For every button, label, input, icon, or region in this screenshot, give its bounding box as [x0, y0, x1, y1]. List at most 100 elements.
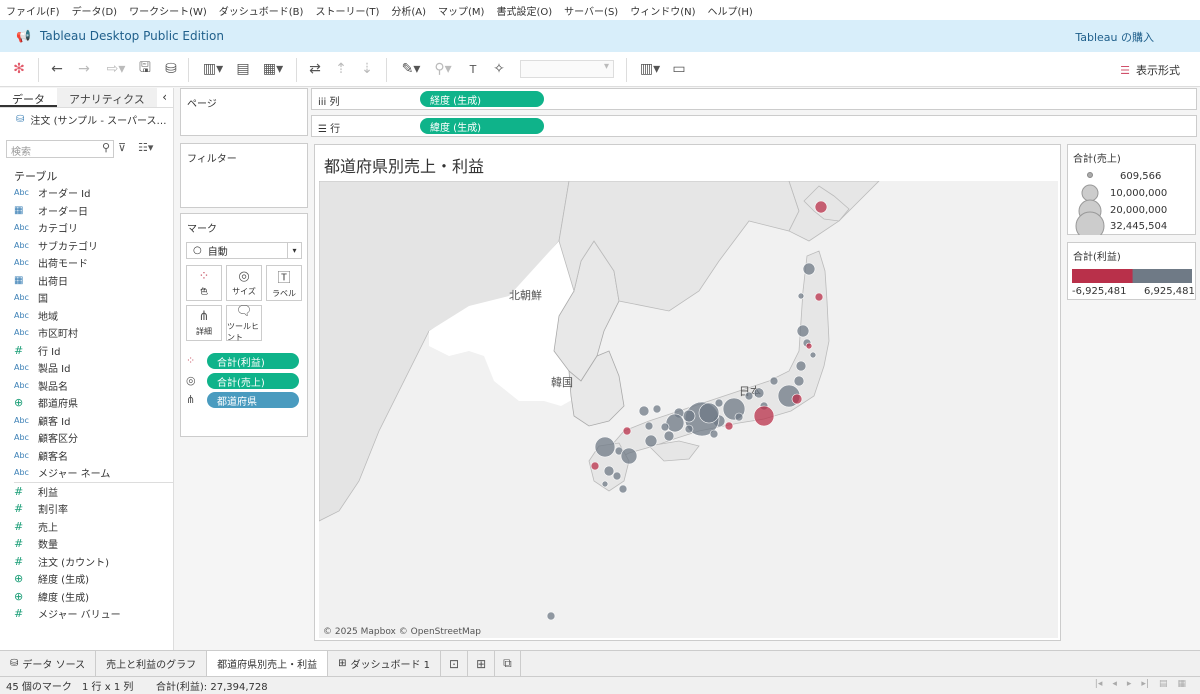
field-item[interactable]: ▦ 出荷日: [14, 272, 170, 290]
next-sheet-icon[interactable]: ▸: [1127, 679, 1132, 689]
columns-shelf[interactable]: iii 列 経度 (生成): [311, 88, 1197, 110]
field-item[interactable]: # 数量: [14, 535, 170, 553]
field-item[interactable]: # 売上: [14, 518, 170, 536]
prefecture-mark[interactable]: [684, 424, 694, 434]
menu-data[interactable]: データ(D): [72, 3, 118, 18]
field-item[interactable]: Abc 市区町村: [14, 324, 170, 342]
field-item[interactable]: ⊕ 緯度 (生成): [14, 588, 170, 606]
field-item[interactable]: # 割引率: [14, 500, 170, 518]
prefecture-mark[interactable]: [814, 200, 828, 214]
prefecture-mark[interactable]: [622, 426, 632, 436]
swap-rows-columns-icon[interactable]: ⇄: [306, 60, 324, 78]
fit-width-dropdown[interactable]: [520, 60, 614, 78]
filters-card[interactable]: フィルター: [180, 143, 308, 208]
prefecture-mark[interactable]: [797, 292, 805, 300]
field-item[interactable]: Abc 製品名: [14, 377, 170, 395]
longitude-pill[interactable]: 経度 (生成): [420, 91, 544, 107]
prev-sheet-icon[interactable]: ◂: [1112, 679, 1117, 689]
save-icon[interactable]: 🖫: [136, 60, 154, 78]
rows-shelf[interactable]: ☰ 行 緯度 (生成): [311, 115, 1197, 137]
prefecture-mark[interactable]: [709, 429, 719, 439]
field-item[interactable]: # 利益: [14, 483, 170, 501]
prefecture-mark[interactable]: [594, 436, 616, 458]
undo-icon[interactable]: ←: [48, 60, 66, 78]
clear-sheet-icon[interactable]: ▦▾: [258, 60, 288, 78]
prefecture-mark[interactable]: [601, 480, 609, 488]
prefecture-mark[interactable]: [603, 465, 615, 477]
prefecture-mark[interactable]: [714, 398, 724, 408]
tab-sheet-prefecture-map[interactable]: 都道府県別売上・利益: [207, 650, 329, 677]
group-members-icon[interactable]: ⚲▾: [430, 60, 456, 78]
field-item[interactable]: # 注文 (カウント): [14, 553, 170, 571]
prefecture-mark[interactable]: [652, 404, 662, 414]
field-item[interactable]: Abc カテゴリ: [14, 219, 170, 237]
field-item[interactable]: Abc 顧客名: [14, 447, 170, 465]
prefecture-mark[interactable]: [809, 351, 817, 359]
menu-analysis[interactable]: 分析(A): [391, 3, 426, 18]
prefecture-mark[interactable]: [744, 391, 754, 401]
prefecture-mark[interactable]: [638, 405, 650, 417]
field-item[interactable]: ⊕ 都道府県: [14, 394, 170, 412]
prefecture-mark[interactable]: [796, 324, 810, 338]
new-datasource-icon[interactable]: ⛁: [162, 60, 180, 78]
highlight-icon[interactable]: ✎▾: [398, 60, 424, 78]
duplicate-sheet-icon[interactable]: ▤: [234, 60, 252, 78]
prefecture-mark[interactable]: [546, 611, 556, 621]
field-item[interactable]: Abc メジャー ネーム: [14, 464, 170, 482]
prefecture-mark[interactable]: [805, 342, 813, 350]
show-tabs-icon[interactable]: ▦: [1177, 679, 1186, 689]
pages-card[interactable]: ページ: [180, 88, 308, 136]
field-item[interactable]: Abc 国: [14, 289, 170, 307]
prefecture-mark[interactable]: [795, 360, 807, 372]
prefecture-mark[interactable]: [753, 387, 765, 399]
new-worksheet-icon[interactable]: ▥▾: [198, 60, 228, 78]
filter-icon[interactable]: ⊽: [118, 141, 126, 154]
tab-data-source[interactable]: ⛁ データ ソース: [0, 650, 97, 677]
redo-icon[interactable]: →: [75, 60, 93, 78]
detail-button[interactable]: ⋔ 詳細: [186, 305, 222, 341]
color-button[interactable]: ⁘ 色: [186, 265, 222, 301]
tab-data[interactable]: データ: [0, 88, 57, 107]
sort-descending-icon[interactable]: ⇣: [358, 60, 376, 78]
field-item[interactable]: Abc 顧客区分: [14, 429, 170, 447]
last-sheet-icon[interactable]: ▸|: [1141, 679, 1149, 689]
color-legend-gradient[interactable]: [1072, 269, 1192, 283]
prefecture-mark[interactable]: [814, 292, 824, 302]
tableau-logo-icon[interactable]: ✻: [10, 60, 28, 78]
search-input[interactable]: 検索 ⚲: [6, 140, 114, 158]
new-dashboard-icon[interactable]: ⊞: [468, 650, 496, 677]
menu-help[interactable]: ヘルプ(H): [708, 3, 753, 18]
prefecture-mark[interactable]: [734, 412, 744, 422]
replay-icon[interactable]: ⇨▾: [102, 60, 130, 78]
sales-pill[interactable]: 合計(売上): [207, 373, 299, 389]
field-item[interactable]: Abc 地域: [14, 307, 170, 325]
field-item[interactable]: ▦ オーダー日: [14, 202, 170, 220]
prefecture-mark[interactable]: [620, 447, 638, 465]
field-item[interactable]: # 行 Id: [14, 342, 170, 360]
menu-story[interactable]: ストーリー(T): [315, 3, 379, 18]
collapse-icon[interactable]: ‹: [162, 90, 167, 104]
show-filmstrip-icon[interactable]: ▤: [1159, 679, 1168, 689]
menu-dashboard[interactable]: ダッシュボード(B): [219, 3, 304, 18]
menu-format[interactable]: 書式設定(O): [496, 3, 552, 18]
tooltip-button[interactable]: 🗨 ツールヒント: [226, 304, 262, 342]
profit-pill[interactable]: 合計(利益): [207, 353, 299, 369]
mark-type-select[interactable]: ○ 自動 ▾: [186, 242, 302, 259]
menu-server[interactable]: サーバー(S): [564, 3, 618, 18]
prefecture-mark[interactable]: [753, 405, 775, 427]
field-item[interactable]: Abc 製品 Id: [14, 359, 170, 377]
prefecture-mark[interactable]: [644, 421, 654, 431]
prefecture-mark[interactable]: [644, 434, 658, 448]
prefecture-mark[interactable]: [663, 430, 675, 442]
prefecture-mark[interactable]: [612, 471, 622, 481]
show-mark-labels-icon[interactable]: T: [464, 60, 482, 78]
field-item[interactable]: Abc オーダー Id: [14, 184, 170, 202]
tab-dashboard-1[interactable]: ⊞ ダッシュボード 1: [328, 650, 442, 677]
field-item[interactable]: # メジャー バリュー: [14, 605, 170, 623]
prefecture-mark[interactable]: [769, 376, 779, 386]
new-story-icon[interactable]: ⧉: [495, 650, 521, 677]
fit-view-icon[interactable]: ▥▾: [636, 60, 664, 78]
prefecture-mark[interactable]: [724, 421, 734, 431]
field-item[interactable]: Abc 顧客 Id: [14, 412, 170, 430]
buy-tableau-link[interactable]: Tableau の購入: [1075, 29, 1154, 45]
